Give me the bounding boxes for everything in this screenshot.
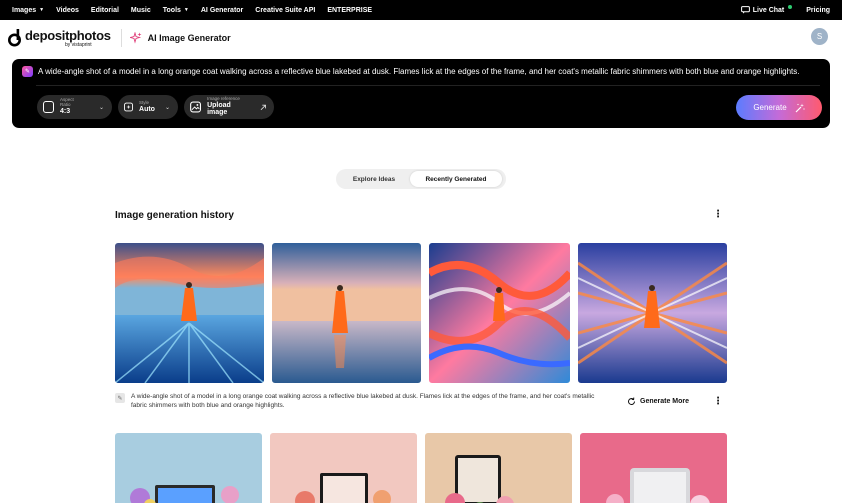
- chevron-down-icon: ▼: [39, 7, 45, 13]
- image-5-art: [115, 433, 262, 503]
- chevron-down-icon: ▼: [183, 7, 189, 13]
- style-select[interactable]: Style Auto ⌄: [118, 95, 178, 119]
- nav-editorial-label: Editorial: [90, 6, 119, 14]
- more-options-icon[interactable]: ⋮: [713, 397, 723, 407]
- nav-videos[interactable]: Videos: [56, 7, 79, 14]
- aspect-ratio-value: 4:3: [60, 108, 71, 116]
- generated-image-2[interactable]: [272, 243, 421, 383]
- image-7-art: [425, 433, 572, 503]
- sparkle-icon: [129, 32, 142, 44]
- image-reference-text: Image reference Upload image: [207, 96, 249, 117]
- nav-videos-label: Videos: [56, 6, 79, 14]
- image-reference-value: Upload image: [207, 101, 231, 117]
- generated-image-6[interactable]: [270, 433, 417, 503]
- generated-image-1[interactable]: [115, 243, 264, 383]
- style-text: Style Auto: [139, 100, 155, 114]
- depositphotos-logo[interactable]: depositphotos by vistaprint: [8, 29, 111, 48]
- chevron-down-icon: ⌄: [98, 104, 104, 111]
- nav-tools-label: Tools: [162, 6, 181, 14]
- aspect-ratio-icon: [43, 101, 54, 113]
- aspect-ratio-text: Aspect Ratio 4:3: [60, 97, 83, 116]
- header-divider: [120, 29, 122, 47]
- generated-image-8[interactable]: [580, 433, 727, 503]
- logo-name: depositphotos: [25, 27, 111, 43]
- nav-right: Live Chat Pricing: [740, 5, 830, 14]
- image-3-art: [429, 243, 570, 383]
- prompt-icon: ✎: [22, 66, 33, 77]
- avatar[interactable]: S: [811, 28, 828, 45]
- more-options-icon[interactable]: ⋮: [713, 210, 723, 220]
- chevron-down-icon: ⌄: [164, 104, 170, 111]
- style-value: Auto: [139, 105, 155, 113]
- nav-music[interactable]: Music: [131, 7, 151, 14]
- image-1-art: [115, 243, 264, 383]
- generate-button[interactable]: Generate: [736, 95, 822, 120]
- view-tabs: Explore Ideas Recently Generated: [336, 169, 506, 189]
- external-arrow-icon: [260, 104, 266, 110]
- generated-image-7[interactable]: [425, 433, 572, 503]
- tab-explore-label: Explore Ideas: [352, 175, 396, 183]
- live-chat-label: Live Chat: [752, 6, 785, 14]
- history-caption: ✎ A wide-angle shot of a model in a long…: [115, 392, 611, 411]
- image-8-art: [580, 433, 727, 503]
- product-title: AI Image Generator: [147, 33, 231, 43]
- avatar-initial: S: [816, 32, 823, 41]
- live-chat-link[interactable]: Live Chat: [740, 5, 793, 14]
- tab-recently-generated[interactable]: Recently Generated: [410, 171, 502, 187]
- nav-images-label: Images: [12, 6, 37, 14]
- logo-text: depositphotos by vistaprint: [25, 29, 111, 48]
- generate-more-label: Generate More: [640, 398, 690, 405]
- prompt-divider: [36, 85, 820, 86]
- nav-enterprise[interactable]: ENTERPRISE: [327, 7, 372, 14]
- generated-image-4[interactable]: [578, 243, 727, 383]
- generate-more-button[interactable]: Generate More: [627, 397, 689, 406]
- pricing-link[interactable]: Pricing: [806, 7, 830, 14]
- tab-explore-ideas[interactable]: Explore Ideas: [338, 171, 410, 187]
- generate-label: Generate: [753, 103, 787, 112]
- magic-wand-icon: [795, 103, 805, 112]
- nav-tools[interactable]: Tools ▼: [163, 7, 189, 14]
- top-navigation: Images ▼ Videos Editorial Music Tools ▼ AI…: [0, 0, 842, 20]
- prompt-text: A wide-angle shot of a model in a long o…: [38, 67, 800, 76]
- aspect-ratio-label: Aspect Ratio: [60, 97, 74, 108]
- chat-icon: [740, 6, 750, 14]
- nav-enterprise-label: ENTERPRISE: [327, 6, 373, 14]
- caption-text: A wide-angle shot of a model in a long o…: [131, 393, 595, 410]
- refresh-icon: [628, 397, 636, 405]
- generated-image-3[interactable]: [429, 243, 570, 383]
- nav-creative-suite-api[interactable]: Creative Suite API: [255, 7, 315, 14]
- online-status-dot: [788, 5, 793, 9]
- site-header: depositphotos by vistaprint AI Image Gen…: [0, 20, 842, 56]
- image-reference-upload[interactable]: Image reference Upload image: [184, 95, 274, 119]
- section-title: Image generation history: [115, 210, 234, 221]
- image-6-art: [270, 433, 417, 503]
- aspect-ratio-select[interactable]: Aspect Ratio 4:3 ⌄: [37, 95, 112, 119]
- nav-ai-generator[interactable]: AI Generator: [201, 7, 243, 14]
- nav-editorial[interactable]: Editorial: [91, 7, 119, 14]
- image-icon: [190, 101, 202, 113]
- pricing-label: Pricing: [806, 6, 830, 14]
- style-icon: [124, 102, 133, 112]
- nav-api-label: Creative Suite API: [255, 6, 316, 14]
- logo-sub: by vistaprint: [65, 41, 92, 48]
- nav-images[interactable]: Images ▼: [12, 7, 44, 14]
- tab-recent-label: Recently Generated: [425, 175, 487, 183]
- generated-image-5[interactable]: [115, 433, 262, 503]
- logo-mark-icon: [8, 29, 21, 47]
- prompt-input[interactable]: ✎ A wide-angle shot of a model in a long…: [22, 66, 820, 77]
- prompt-icon: ✎: [115, 393, 125, 403]
- image-2-art: [272, 243, 421, 383]
- nav-music-label: Music: [130, 6, 151, 14]
- ai-image-generator-title[interactable]: AI Image Generator: [129, 32, 231, 44]
- nav-ai-generator-label: AI Generator: [200, 6, 244, 14]
- image-4-art: [578, 243, 727, 383]
